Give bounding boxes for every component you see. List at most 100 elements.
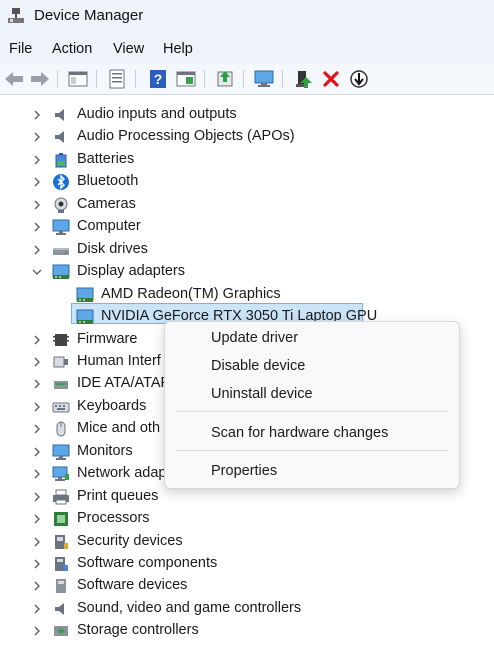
menu-action[interactable]: Action: [52, 41, 92, 57]
tree-item-label: Software devices: [77, 577, 188, 594]
tree-item-label: Mice and oth: [77, 420, 161, 437]
toolbar-separator: [135, 70, 136, 88]
tree-category[interactable]: Software devices: [0, 575, 494, 597]
enable-device-icon[interactable]: [291, 67, 315, 91]
properties-icon[interactable]: [105, 67, 129, 91]
show-hide-tree-icon[interactable]: [66, 67, 90, 91]
chevron-right-icon[interactable]: [30, 400, 44, 414]
menu-item-update-driver[interactable]: Update driver: [165, 325, 459, 353]
chevron-right-icon[interactable]: [30, 445, 44, 459]
toolbar-separator: [96, 70, 97, 88]
menu-bar: File Action View Help: [0, 34, 494, 64]
chevron-right-icon[interactable]: [30, 333, 44, 347]
chevron-right-icon[interactable]: [30, 175, 44, 189]
display-adapter-icon: [76, 286, 94, 304]
tree-item-label: Keyboards: [77, 397, 147, 414]
disable-icon[interactable]: [347, 67, 371, 91]
chevron-right-icon[interactable]: [30, 377, 44, 391]
chevron-right-icon[interactable]: [30, 108, 44, 122]
menu-item-uninstall-device[interactable]: Uninstall device: [165, 381, 459, 409]
tree-category[interactable]: Display adapters: [0, 261, 494, 283]
tree-category[interactable]: Bluetooth: [0, 171, 494, 193]
chevron-right-icon[interactable]: [30, 579, 44, 593]
toolbar: ?: [0, 64, 494, 95]
tree-item-label: Cameras: [77, 195, 136, 212]
scan-hardware-icon[interactable]: [252, 67, 276, 91]
title-bar: Device Manager: [0, 0, 494, 34]
uninstall-icon[interactable]: [319, 67, 343, 91]
tree-item-label: IDE ATA/ATAPI: [77, 375, 175, 392]
menu-item-disable-device[interactable]: Disable device: [165, 353, 459, 381]
chevron-right-icon[interactable]: [30, 490, 44, 504]
tree-item-label: AMD Radeon(TM) Graphics: [101, 285, 281, 302]
tree-category[interactable]: Audio inputs and outputs: [0, 104, 494, 126]
menu-item-scan-hardware[interactable]: Scan for hardware changes: [165, 420, 459, 448]
chevron-right-icon[interactable]: [30, 535, 44, 549]
speaker-icon: [52, 106, 70, 124]
ide-icon: [52, 375, 70, 393]
tree-item-label: Disk drives: [77, 240, 148, 257]
chevron-right-icon[interactable]: [30, 130, 44, 144]
tree-item-label: Sound, video and game controllers: [77, 599, 302, 616]
chevron-down-icon[interactable]: [30, 265, 44, 279]
software-component-icon: [52, 555, 70, 573]
monitor-icon: [52, 443, 70, 461]
processor-icon: [52, 510, 70, 528]
tree-item-label: Storage controllers: [77, 622, 199, 639]
tree-category[interactable]: Computer: [0, 216, 494, 238]
tree-category[interactable]: Disk drives: [0, 239, 494, 261]
chevron-right-icon[interactable]: [30, 624, 44, 638]
speaker-icon: [52, 128, 70, 146]
display-adapter-icon: [52, 263, 70, 281]
back-icon[interactable]: [2, 67, 26, 91]
tree-item-label: Human Interf: [77, 352, 161, 369]
update-driver-icon[interactable]: [213, 67, 237, 91]
tree-category[interactable]: Processors: [0, 508, 494, 530]
security-icon: [52, 533, 70, 551]
tree-item-label: Computer: [77, 218, 141, 235]
disk-icon: [52, 241, 70, 259]
tree-item-label: Audio inputs and outputs: [77, 106, 237, 122]
chevron-right-icon[interactable]: [30, 512, 44, 526]
chevron-right-icon[interactable]: [30, 557, 44, 571]
chevron-right-icon[interactable]: [30, 355, 44, 369]
chevron-right-icon[interactable]: [30, 602, 44, 616]
tree-item-label: Network adap: [77, 465, 167, 482]
chevron-right-icon[interactable]: [30, 243, 44, 257]
tree-item-label: Print queues: [77, 487, 159, 504]
tree-item-label: Display adapters: [77, 263, 185, 280]
tree-item-label: Batteries: [77, 150, 135, 167]
svg-text:?: ?: [154, 71, 163, 87]
monitor-icon: [52, 218, 70, 236]
menu-file[interactable]: File: [9, 41, 32, 57]
tree-category[interactable]: Storage controllers: [0, 620, 494, 642]
menu-help[interactable]: Help: [163, 41, 193, 57]
menu-view[interactable]: View: [113, 41, 144, 57]
printer-icon: [52, 488, 70, 506]
chevron-right-icon[interactable]: [30, 422, 44, 436]
tree-item-label: Audio Processing Objects (APOs): [77, 128, 295, 145]
chevron-right-icon[interactable]: [30, 220, 44, 234]
tree-item-label: Monitors: [77, 442, 133, 459]
chevron-right-icon[interactable]: [30, 467, 44, 481]
view-icon[interactable]: [174, 67, 198, 91]
tree-category[interactable]: Security devices: [0, 531, 494, 553]
tree-child-item[interactable]: AMD Radeon(TM) Graphics: [0, 284, 494, 306]
software-device-icon: [52, 577, 70, 595]
help-icon[interactable]: ?: [146, 67, 170, 91]
tree-category[interactable]: Software components: [0, 553, 494, 575]
forward-icon[interactable]: [28, 67, 52, 91]
camera-icon: [52, 196, 70, 214]
tree-category[interactable]: Sound, video and game controllers: [0, 598, 494, 620]
tree-category[interactable]: Cameras: [0, 194, 494, 216]
chevron-right-icon[interactable]: [30, 153, 44, 167]
speaker-icon: [52, 600, 70, 618]
chevron-right-icon[interactable]: [30, 198, 44, 212]
tree-category[interactable]: Audio Processing Objects (APOs): [0, 126, 494, 148]
tree-item-label: Firmware: [77, 330, 138, 347]
context-menu: Update driver Disable device Uninstall d…: [164, 321, 460, 489]
tree-item-label: Bluetooth: [77, 173, 139, 190]
hid-icon: [52, 353, 70, 371]
tree-category[interactable]: Batteries: [0, 149, 494, 171]
menu-item-properties[interactable]: Properties: [165, 458, 459, 486]
